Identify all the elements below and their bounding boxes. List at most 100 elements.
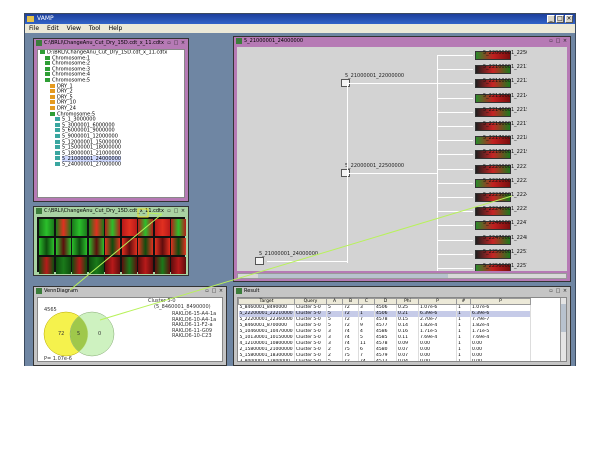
tree-edge: [437, 182, 473, 184]
heatmap-cell[interactable]: [72, 257, 87, 274]
maximize-icon[interactable]: □: [173, 208, 179, 214]
heatmap-grid[interactable]: [37, 217, 186, 274]
heatmap-panel-title-bar[interactable]: C:\BRLl\ChangeAnu_Cut_Dry_15D.cdt_x_11.c…: [34, 207, 188, 215]
heatmap-cell[interactable]: [55, 257, 71, 274]
title-bar: VAMP _ □ ×: [25, 14, 575, 24]
close-icon[interactable]: ×: [218, 288, 224, 294]
heatmap-cell[interactable]: [39, 219, 54, 236]
heatmap-cell[interactable]: [88, 238, 104, 255]
heatmap-cell[interactable]: [39, 238, 54, 255]
table-cell: 5_8460001_8490000: [238, 304, 295, 311]
heatmap-cell[interactable]: [138, 238, 153, 255]
scrollbar-thumb[interactable]: [561, 304, 566, 332]
cluster-thumbnail-label: 5_22160001_22170000: [483, 121, 527, 127]
node-icon: [45, 61, 50, 66]
venn-panel[interactable]: VennDiagram ▫ □ × 4565 72 5 0 Cluster 5-0 …: [33, 286, 227, 366]
minimize-button[interactable]: _: [547, 15, 555, 23]
tree-edge: [437, 253, 473, 255]
heatmap-cell[interactable]: [55, 219, 71, 236]
heatmap-cell[interactable]: [138, 257, 153, 274]
cluster-thumbnail-label: 5_22180001_22190000: [483, 149, 527, 156]
maximize-icon[interactable]: □: [173, 40, 179, 46]
gene-list-item: RAKLO6-10-C23: [172, 333, 212, 339]
tree-edge: [347, 173, 437, 174]
menu-tool[interactable]: Tool: [89, 24, 101, 33]
close-icon[interactable]: ×: [562, 38, 568, 44]
table-row[interactable]: 5_10460001_10470000 Cluster 5-0 3 74 4 4586 0.…: [238, 328, 531, 335]
vertical-scrollbar[interactable]: [560, 298, 566, 361]
maximize-button[interactable]: □: [556, 15, 564, 23]
maximize-icon[interactable]: □: [555, 288, 561, 294]
venn-left-value: 72: [58, 331, 65, 337]
node-icon: [40, 50, 45, 54]
window-controls: _ □ ×: [547, 15, 573, 23]
table-row[interactable]: 5_8460001_8490000 Cluster 5-0 5 72 3 4506 0.25…: [238, 304, 531, 311]
table-row[interactable]: 5_10130001_10150000 Cluster 5-0 3 74 5 4585 0.…: [238, 334, 531, 341]
heatmap-cell[interactable]: [171, 238, 186, 255]
app-icon: [27, 16, 34, 22]
heatmap-cell[interactable]: [72, 219, 87, 236]
heatmap-cell[interactable]: [105, 238, 120, 255]
heatmap-cell[interactable]: [154, 219, 170, 236]
heatmap-cell[interactable]: [154, 257, 170, 274]
close-icon[interactable]: ×: [562, 288, 568, 294]
horizontal-scrollbar[interactable]: [237, 273, 567, 279]
app-window: VAMP _ □ × File Edit View Tool Help C:\B…: [24, 13, 576, 366]
menu-file[interactable]: File: [29, 24, 39, 33]
menu-help[interactable]: Help: [109, 24, 123, 33]
close-icon[interactable]: ×: [180, 208, 186, 214]
close-icon[interactable]: ×: [180, 40, 186, 46]
venn-diagram[interactable]: 4565 72 5 0 Cluster 5-0 (5_8460001_84900…: [37, 297, 223, 362]
cluster-tree-panel[interactable]: 5_21000001_24000000 ▫ □ × 5_21000001_22000…: [233, 36, 571, 282]
node-icon: [55, 139, 60, 144]
table-row[interactable]: 5_22200001_22210000 Cluster 5-0 5 72 1 4506 0.…: [238, 310, 531, 317]
heatmap-cell[interactable]: [138, 219, 153, 236]
heatmap-cell[interactable]: [121, 257, 137, 274]
table-row[interactable]: 5_22200001_22360000 Cluster 5-0 5 72 7 4578 0.…: [238, 316, 531, 323]
tree-edge: [437, 154, 473, 156]
restore-icon[interactable]: ▫: [548, 38, 554, 44]
heatmap-panel[interactable]: C:\BRLl\ChangeAnu_Cut_Dry_15D.cdt_x_11.c…: [33, 206, 189, 276]
tree-item[interactable]: 5_24000001_27000000: [38, 162, 184, 168]
close-button[interactable]: ×: [565, 15, 573, 23]
result-table-container[interactable]: Target Query A B C D Phi P # P 5_8460001_8490000 C…: [237, 297, 567, 362]
heatmap-cell[interactable]: [154, 238, 170, 255]
maximize-icon[interactable]: □: [211, 288, 217, 294]
table-cell: 5_15800001_18300000: [238, 352, 295, 359]
chromosome-tree[interactable]: D:\BRLl\ChangeAnu_Cut_Dry_15D.cdt_x_11.c…: [37, 49, 185, 198]
heatmap-cell[interactable]: [105, 257, 120, 274]
heatmap-cell[interactable]: [121, 238, 137, 255]
result-panel[interactable]: Result ▫ □ × Target Query A B C D Phi P # P 5_84600…: [233, 286, 571, 366]
heatmap-cell[interactable]: [105, 219, 120, 236]
table-row[interactable]: 3_8000001_12800000 Cluster 5-0 5 72 74 4512 0.…: [238, 358, 531, 361]
restore-icon[interactable]: ▫: [548, 288, 554, 294]
tree-panel-title-bar[interactable]: C:\BRLl\ChangeAnu_Cut_Dry_15D.cdt_x_11.c…: [34, 39, 188, 47]
cluster-tree-title-bar[interactable]: 5_21000001_24000000 ▫ □ ×: [234, 37, 570, 45]
heatmap-cell[interactable]: [171, 219, 186, 236]
tree-node[interactable]: [255, 257, 264, 265]
heatmap-cell[interactable]: [55, 238, 71, 255]
heatmap-cell[interactable]: [88, 257, 104, 274]
heatmap-cell[interactable]: [171, 257, 186, 274]
maximize-icon[interactable]: □: [555, 38, 561, 44]
restore-icon[interactable]: ▫: [166, 208, 172, 214]
restore-icon[interactable]: ▫: [166, 40, 172, 46]
tree-edge: [437, 55, 473, 56]
tree-panel[interactable]: C:\BRLl\ChangeAnu_Cut_Dry_15D.cdt_x_11.c…: [33, 38, 189, 202]
cluster-thumbnail-label: 5_22140001_22150000: [483, 106, 527, 113]
table-row[interactable]: 5_8460001_8700000 Cluster 5-0 5 72 9 4577 0.14…: [238, 322, 531, 329]
table-cell: 4_12100001_10800000: [238, 340, 295, 347]
menu-view[interactable]: View: [67, 24, 81, 33]
venn-right-value: 0: [98, 331, 102, 337]
cluster-thumbnail-label: 5_22200001_22210000: [483, 163, 527, 170]
heatmap-cell[interactable]: [121, 219, 137, 236]
heatmap-cell[interactable]: [39, 257, 54, 274]
venn-panel-title-bar[interactable]: VennDiagram ▫ □ ×: [34, 287, 226, 295]
heatmap-cell[interactable]: [72, 238, 87, 255]
menu-edit[interactable]: Edit: [47, 24, 59, 33]
result-panel-title-bar[interactable]: Result ▫ □ ×: [234, 287, 570, 295]
restore-icon[interactable]: ▫: [204, 288, 210, 294]
heatmap-cell[interactable]: [88, 219, 104, 236]
cluster-tree-canvas[interactable]: 5_21000001_22000000 5_22000001_22500000 …: [237, 47, 567, 271]
scrollbar-thumb[interactable]: [258, 274, 448, 278]
